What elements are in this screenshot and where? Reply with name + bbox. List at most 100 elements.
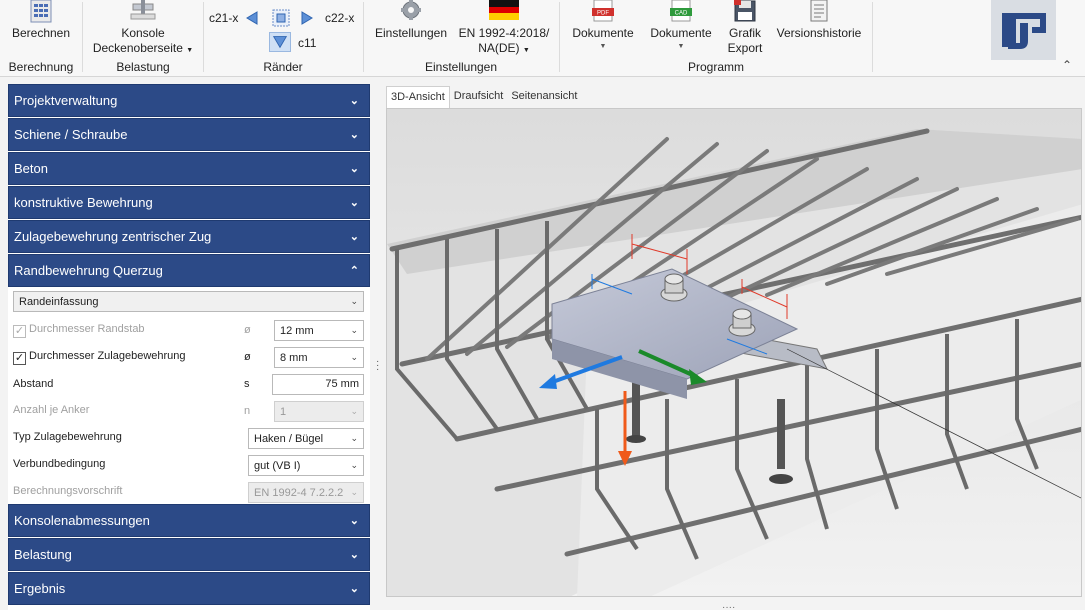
edge-c11-button[interactable]: c11 <box>298 36 316 50</box>
tab-3d-view[interactable]: 3D-Ansicht <box>386 86 450 108</box>
floppy-disk-icon <box>734 0 756 22</box>
version-history-button[interactable]: Versionshistorie <box>774 0 864 40</box>
group-label-raender: Ränder <box>263 60 303 74</box>
group-label-berechnung: Berechnung <box>8 60 74 74</box>
collapse-ribbon-icon[interactable]: ⌃ <box>1062 58 1072 72</box>
ribbon-separator <box>203 2 204 72</box>
edge-type-value: Randeinfassung <box>19 295 99 308</box>
section-title: Zulagebewehrung zentrischer Zug <box>14 229 212 244</box>
chevron-down-icon: ⌄ <box>349 197 359 209</box>
console-icon <box>130 0 156 20</box>
anker-count-value: 1 <box>280 405 287 418</box>
section-belastung[interactable]: Belastung ⌄ <box>8 538 370 571</box>
pdf-documents-button[interactable]: PDF Dokumente ▼ <box>568 0 638 50</box>
dropdown-caret-icon: ▼ <box>599 43 607 50</box>
section-projektverwaltung[interactable]: Projektverwaltung ⌄ <box>8 84 370 117</box>
load-type-button[interactable]: Konsole Deckenoberseite ▼ <box>88 0 198 55</box>
section-title: Beton <box>14 161 48 176</box>
3d-viewport[interactable] <box>386 108 1082 597</box>
abstand-input[interactable]: 75 mm <box>272 374 364 395</box>
section-konsolenabmessungen[interactable]: Konsolenabmessungen ⌄ <box>8 504 370 537</box>
typ-select[interactable]: Haken / Bügel ⌄ <box>248 428 364 449</box>
edge-c21x-button[interactable]: c21-x <box>209 11 238 25</box>
section-title: Konsolenabmessungen <box>14 513 150 528</box>
ribbon-separator <box>363 2 364 72</box>
group-label-programm: Programm <box>687 60 744 74</box>
zulage-diameter-select[interactable]: 8 mm ⌄ <box>274 347 364 368</box>
chevron-up-icon: ⌃ <box>349 265 359 277</box>
zulage-checkbox[interactable]: ✓ <box>13 352 26 365</box>
load-type-line1: Konsole <box>121 26 165 40</box>
view-tabs: 3D-Ansicht Draufsicht Seitenansicht <box>386 86 581 108</box>
anker-symbol: n <box>244 405 251 417</box>
zulage-symbol: ø <box>244 351 251 363</box>
vorschrift-select[interactable]: EN 1992-4 7.2.2.2 ⌄ <box>248 482 364 503</box>
chevron-down-icon: ⌄ <box>349 163 359 175</box>
vertical-splitter-handle[interactable]: · · · <box>376 357 379 375</box>
dropdown-caret-icon: ▼ <box>186 47 194 54</box>
chevron-down-icon: ⌄ <box>349 549 359 561</box>
calculate-label: Berechnen <box>11 26 71 40</box>
ribbon-toolbar: Berechnen Berechnung Konsole Deckenobers… <box>0 0 1085 77</box>
vorschrift-label: Berechnungsvorschrift <box>13 485 123 497</box>
abstand-label: Abstand <box>13 378 54 390</box>
arrow-right-icon[interactable] <box>300 11 314 25</box>
document-history-icon <box>810 0 828 22</box>
zulage-diameter-value: 8 mm <box>280 351 308 364</box>
randstab-symbol: ø <box>244 324 251 336</box>
verbund-label: Verbundbedingung <box>13 458 106 470</box>
norm-line2-wrap: NA(DE) ▼ <box>458 41 550 58</box>
cad-tag: CAD <box>675 11 688 17</box>
section-zulagebewehrung-zug[interactable]: Zulagebewehrung zentrischer Zug ⌄ <box>8 220 370 253</box>
horizontal-splitter-handle[interactable]: ···· <box>722 602 735 610</box>
settings-button[interactable]: Einstellungen <box>372 0 450 40</box>
verbund-select[interactable]: gut (VB I) ⌄ <box>248 455 364 476</box>
cad-documents-label: Dokumente <box>650 26 712 40</box>
vorschrift-value: EN 1992-4 7.2.2.2 <box>254 486 344 499</box>
edge-select-icon[interactable] <box>272 9 290 27</box>
section-konstruktive-bewehrung[interactable]: konstruktive Bewehrung ⌄ <box>8 186 370 219</box>
chevron-down-icon: ⌄ <box>349 95 359 107</box>
load-type-line2-wrap: Deckenoberseite ▼ <box>88 41 198 58</box>
arrow-down-icon[interactable] <box>269 32 291 52</box>
chevron-down-icon: ⌄ <box>350 433 358 443</box>
chevron-down-icon: ⌄ <box>350 325 358 335</box>
section-title: Schiene / Schraube <box>14 127 128 142</box>
norm-button[interactable]: EN 1992-4:2018/ NA(DE) ▼ <box>458 0 550 55</box>
chevron-down-icon: ⌄ <box>349 129 359 141</box>
company-logo <box>991 0 1056 60</box>
cad-documents-button[interactable]: CAD Dokumente ▼ <box>646 0 716 50</box>
chevron-down-icon: ⌄ <box>350 460 358 470</box>
chevron-down-icon: ⌄ <box>350 406 358 416</box>
arrow-left-icon[interactable] <box>245 11 259 25</box>
edge-c22x-button[interactable]: c22-x <box>325 11 354 25</box>
tab-side-view[interactable]: Seitenansicht <box>507 86 581 108</box>
norm-line1: EN 1992-4:2018/ <box>458 26 550 40</box>
section-beton[interactable]: Beton ⌄ <box>8 152 370 185</box>
randstab-checkbox[interactable]: ✓ <box>13 325 26 338</box>
input-panel: Projektverwaltung ⌄ Schiene / Schraube ⌄ B… <box>8 84 370 610</box>
randstab-diameter-select[interactable]: 12 mm ⌄ <box>274 320 364 341</box>
anker-count-select[interactable]: 1 ⌄ <box>274 401 364 422</box>
edge-type-select[interactable]: Randeinfassung ⌄ <box>13 291 364 312</box>
pdf-file-icon: PDF <box>592 0 614 22</box>
gear-icon <box>401 0 421 20</box>
german-flag-icon <box>489 0 519 20</box>
chevron-down-icon: ⌄ <box>350 352 358 362</box>
chevron-down-icon: ⌄ <box>350 296 358 306</box>
edge-c11-label: c11 <box>298 36 317 50</box>
graphic-export-button[interactable]: Grafik Export <box>722 0 768 55</box>
chevron-down-icon: ⌄ <box>349 583 359 595</box>
calculate-button[interactable]: Berechnen <box>10 0 72 40</box>
section-ergebnis[interactable]: Ergebnis ⌄ <box>8 572 370 605</box>
section-randbewehrung-querzug[interactable]: Randbewehrung Querzug ⌃ <box>8 254 370 287</box>
version-history-label: Versionshistorie <box>776 26 862 40</box>
tab-top-view[interactable]: Draufsicht <box>450 86 508 108</box>
pdf-documents-label: Dokumente <box>572 26 634 40</box>
3d-model-render <box>387 109 1081 596</box>
edge-c21x-label: c21-x <box>209 11 239 25</box>
section-title: Ergebnis <box>14 581 66 596</box>
typ-value: Haken / Bügel <box>254 432 324 445</box>
section-schiene-schraube[interactable]: Schiene / Schraube ⌄ <box>8 118 370 151</box>
chevron-down-icon: ⌄ <box>349 515 359 527</box>
